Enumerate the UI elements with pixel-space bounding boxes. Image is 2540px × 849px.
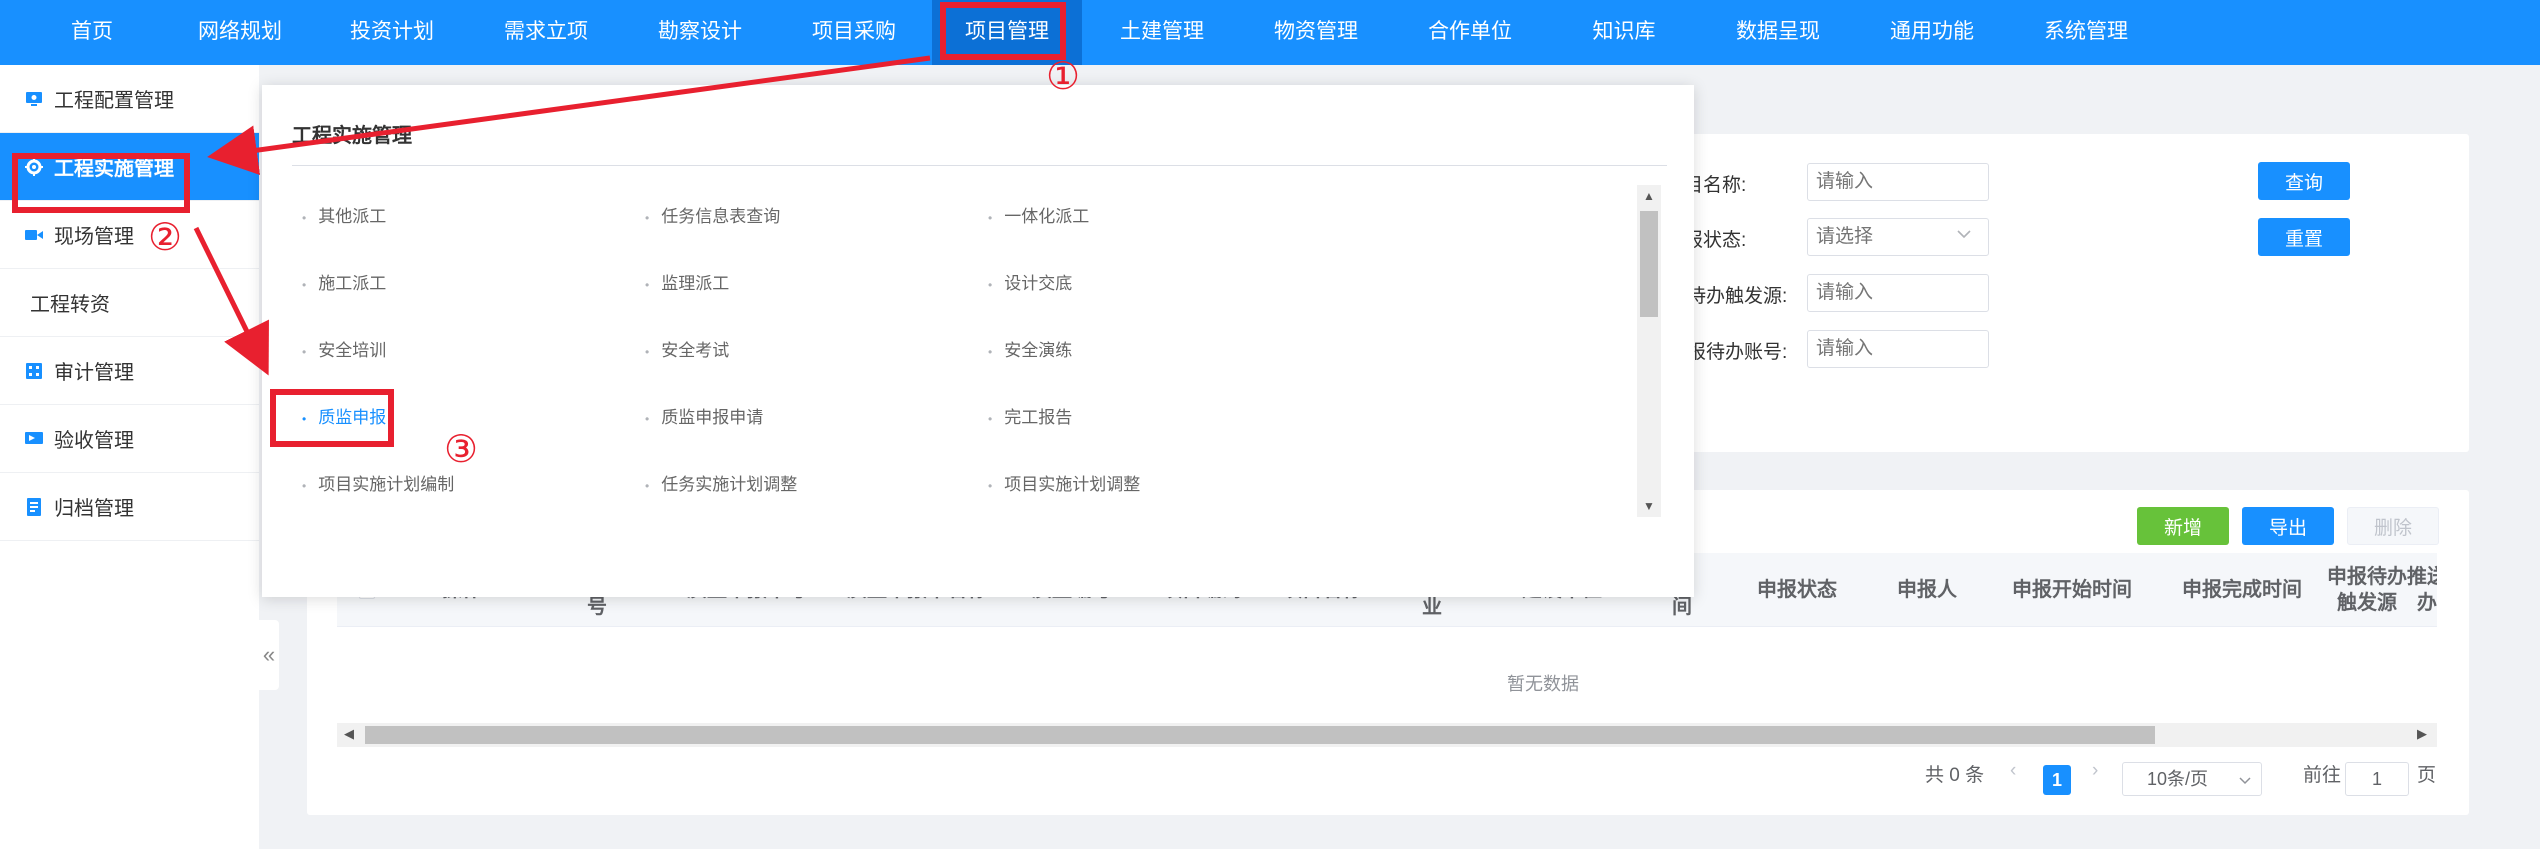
arrow-1-to-2: [207, 55, 931, 176]
annotation-arrows: [193, 55, 931, 376]
arrow-2-to-3: [193, 226, 269, 376]
